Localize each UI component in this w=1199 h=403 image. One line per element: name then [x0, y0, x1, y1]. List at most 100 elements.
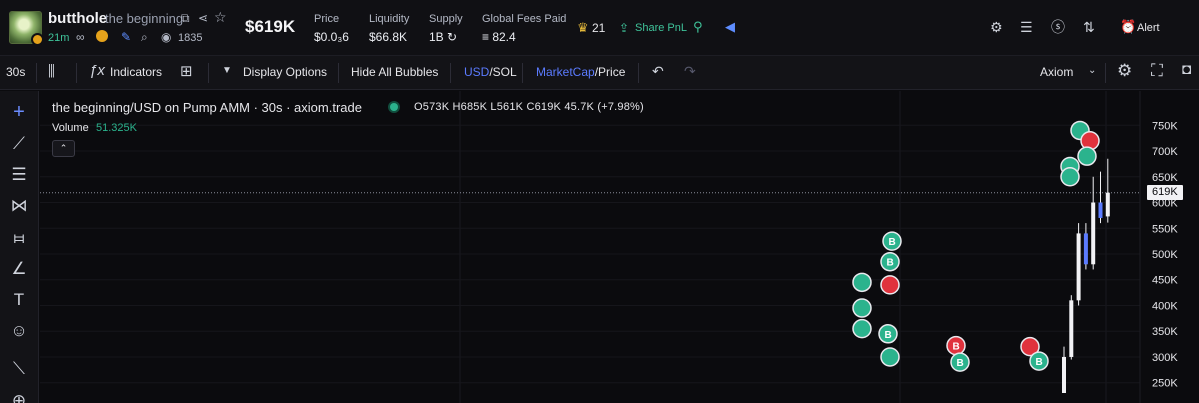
holders-count[interactable]: 21: [592, 21, 605, 35]
candle-body: [1076, 233, 1081, 301]
zoom-in-icon[interactable]: ⊕: [8, 391, 30, 403]
bubble-label: B: [889, 237, 896, 248]
bubble-label: B: [957, 358, 964, 369]
market-status-dot: [390, 103, 398, 111]
crosshair-icon[interactable]: +: [8, 101, 30, 124]
sell-bubble: [880, 275, 900, 295]
camera-icon[interactable]: ◘: [1182, 61, 1191, 78]
liquidity-value: $66.8K: [369, 30, 408, 44]
candle-body: [1098, 202, 1103, 218]
chart-toolbar: 30s ⫼ ƒx Indicators ⊞ ▼ Display Options …: [0, 56, 1199, 90]
y-tick-label: 300K: [1152, 352, 1178, 364]
divider: [450, 63, 451, 83]
emoji-icon[interactable]: ☺: [8, 321, 30, 341]
hide-bubbles-button[interactable]: Hide All Bubbles: [351, 65, 438, 79]
redo-icon[interactable]: ↷: [684, 63, 696, 80]
buy-bubble: [880, 347, 900, 367]
currency-other: /SOL: [489, 65, 517, 79]
price-label: Price: [314, 13, 340, 25]
y-tick-label: 550K: [1152, 223, 1178, 235]
bubble-label: B: [1036, 357, 1043, 368]
trend-line-icon[interactable]: ⟋: [8, 134, 30, 154]
text-tool-icon[interactable]: T: [8, 290, 30, 310]
candlestick-icon[interactable]: ⫼: [48, 63, 55, 80]
alert-button[interactable]: Alert: [1137, 22, 1160, 34]
supply-label: Supply: [429, 13, 463, 25]
share-pnl-button[interactable]: Share PnL: [635, 22, 687, 34]
chevron-down-icon[interactable]: ⌄: [1088, 65, 1096, 76]
divider: [338, 63, 339, 83]
pattern-icon[interactable]: ⋈: [8, 196, 30, 216]
bubble-label: B: [885, 330, 892, 341]
coin-icon[interactable]: [96, 30, 108, 42]
volume-label: Volume: [52, 122, 89, 134]
y-tick-label: 650K: [1152, 172, 1178, 184]
mode-active: MarketCap: [536, 65, 595, 79]
chart-canvas[interactable]: 250K300K350K400K450K500K550K600K650K700K…: [40, 91, 1199, 403]
buy-bubble: [1060, 167, 1080, 187]
divider: [36, 63, 37, 83]
mode-other: /Price: [594, 65, 626, 79]
token-symbol: butthole: [48, 10, 108, 27]
y-tick-label: 450K: [1152, 275, 1178, 287]
display-options-button[interactable]: Display Options: [243, 65, 327, 79]
star-icon[interactable]: ☆: [214, 10, 227, 24]
collapse-legend-button[interactable]: ⌃: [52, 140, 75, 157]
bell-icon[interactable]: ⏰: [1120, 20, 1136, 34]
chart-legend-title: the beginning/USD on Pump AMM · 30s · ax…: [52, 100, 362, 115]
fullscreen-icon[interactable]: ⛶: [1151, 61, 1163, 81]
indicators-button[interactable]: Indicators: [110, 65, 162, 79]
buy-bubble: [852, 272, 872, 293]
market-cap-value: $619K: [245, 17, 296, 36]
fx-icon[interactable]: ƒx: [89, 62, 105, 79]
buy-bubble: [852, 318, 872, 339]
divider: [638, 63, 639, 83]
share-icon[interactable]: ⋖: [198, 11, 208, 25]
volume-value: 51.325K: [96, 122, 137, 134]
pin-icon[interactable]: ⚲: [693, 20, 703, 34]
token-name: the beginning: [105, 11, 184, 26]
y-tick-label: 350K: [1152, 326, 1178, 338]
ruler-icon[interactable]: ⟍: [8, 359, 30, 379]
search-icon[interactable]: ⌕: [141, 30, 148, 44]
candle-body: [1083, 233, 1088, 265]
bubble-label: B: [887, 258, 894, 269]
global-fees-label: Global Fees Paid: [482, 13, 567, 25]
fib-retracement-icon[interactable]: ⧦: [8, 228, 30, 248]
currency-toggle[interactable]: USD/SOL: [464, 65, 517, 79]
list-icon[interactable]: ☰: [1020, 20, 1033, 34]
share-pnl-icon[interactable]: ⇪: [619, 21, 629, 35]
undo-icon[interactable]: ↶: [652, 63, 664, 80]
copy-icon[interactable]: ⧉: [181, 11, 190, 25]
timeframe-button[interactable]: 30s: [6, 65, 25, 79]
link-icon[interactable]: ∞: [76, 30, 85, 44]
divider: [1105, 63, 1106, 83]
dollar-icon[interactable]: ⓢ: [1051, 20, 1065, 34]
y-tick-label: 250K: [1152, 378, 1178, 390]
y-tick-label: 400K: [1152, 300, 1178, 312]
global-fees-value: ≡ 82.4: [482, 30, 516, 44]
candle-body: [1062, 356, 1066, 393]
price-value: $0.0₃6: [314, 30, 349, 44]
brush-icon[interactable]: ∠: [8, 259, 30, 279]
price-chart[interactable]: 250K 300K 350K 400K 450K 500K 550K 600K 650K 700K…: [40, 91, 1199, 403]
pencil-icon[interactable]: ✎: [121, 30, 131, 44]
gear-icon[interactable]: ⚙: [1117, 61, 1132, 81]
swap-icon[interactable]: ⇅: [1083, 20, 1095, 34]
y-tick-label: 700K: [1152, 146, 1178, 158]
horizontal-lines-icon[interactable]: ☰: [8, 165, 30, 185]
mode-toggle[interactable]: MarketCap/Price: [536, 65, 625, 79]
layout-grid-icon[interactable]: ⊞: [180, 62, 193, 80]
megaphone-icon[interactable]: ◀: [725, 20, 735, 34]
divider: [522, 63, 523, 83]
chevron-down-icon[interactable]: ▼: [222, 65, 232, 76]
y-tick-label: 500K: [1152, 249, 1178, 261]
liquidity-label: Liquidity: [369, 13, 410, 25]
watchers-count: 1835: [178, 32, 203, 44]
currency-active: USD: [464, 65, 490, 79]
settings-icon[interactable]: ⚙: [990, 20, 1003, 34]
drawing-toolbar: + ⟋ ☰ ⋈ ⧦ ∠ T ☺ ⟍ ⊕: [0, 91, 39, 403]
candle-body: [1105, 192, 1110, 217]
theme-select[interactable]: Axiom: [1040, 65, 1073, 79]
y-tick-label: 750K: [1152, 120, 1178, 132]
